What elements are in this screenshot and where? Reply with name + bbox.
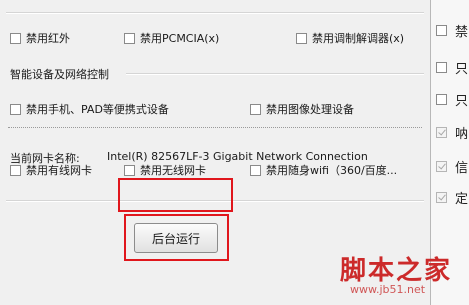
disable-wired-nic-label: 禁用有线网卡 (26, 164, 92, 177)
section-divider (126, 73, 424, 75)
disable-modem-checkbox[interactable] (296, 32, 307, 44)
smart-device-section-title: 智能设备及网络控制 (10, 68, 109, 81)
disable-portable-wifi-label: 禁用随身wifi（360/百度... (266, 164, 398, 177)
disable-modem-label: 禁用调制解调器(x) (312, 32, 405, 45)
right-checkbox-1[interactable] (436, 25, 447, 36)
disable-portable-wifi-checkbox[interactable] (250, 164, 261, 176)
right-label-1: 禁 (455, 25, 469, 40)
watermark-title: 脚本之家 (340, 256, 453, 286)
disable-pcmcia-option[interactable]: 禁用PCMCIA(x) (124, 30, 219, 46)
disable-imaging-devices-checkbox[interactable] (250, 103, 261, 115)
disable-infrared-label: 禁用红外 (26, 32, 70, 45)
disable-modem-option[interactable]: 禁用调制解调器(x) (296, 30, 404, 46)
right-checkbox-6[interactable] (436, 192, 447, 203)
right-label-4: 呐 (455, 127, 469, 142)
dotted-divider (8, 127, 422, 128)
disable-pcmcia-label: 禁用PCMCIA(x) (140, 32, 220, 45)
disable-wireless-nic-checkbox[interactable] (124, 164, 135, 176)
right-checkbox-3[interactable] (436, 94, 447, 105)
disable-infrared-option[interactable]: 禁用红外 (10, 30, 70, 46)
disable-imaging-devices-option[interactable]: 禁用图像处理设备 (250, 101, 354, 117)
disable-portable-devices-option[interactable]: 禁用手机、PAD等便携式设备 (10, 101, 169, 117)
disable-portable-devices-checkbox[interactable] (10, 103, 21, 115)
right-checkbox-2[interactable] (436, 62, 447, 73)
right-label-2: 只 (455, 62, 469, 77)
disable-portable-wifi-option[interactable]: 禁用随身wifi（360/百度... (250, 162, 397, 178)
disable-wired-nic-option[interactable]: 禁用有线网卡 (10, 162, 92, 178)
disable-wireless-nic-label: 禁用无线网卡 (140, 164, 206, 177)
disable-pcmcia-checkbox[interactable] (124, 32, 135, 44)
run-button-highlight (124, 214, 229, 261)
right-label-3: 只 (455, 94, 469, 109)
right-label-6: 定 (455, 192, 469, 207)
disable-infrared-checkbox[interactable] (10, 32, 21, 44)
disable-imaging-devices-label: 禁用图像处理设备 (266, 103, 354, 116)
disable-wired-nic-checkbox[interactable] (10, 164, 21, 176)
disable-wireless-nic-option[interactable]: 禁用无线网卡 (124, 162, 206, 178)
top-divider (6, 12, 424, 14)
right-checkbox-5[interactable] (436, 161, 447, 172)
site-watermark: 脚本之家 www.jb51.net (336, 250, 466, 302)
watermark-url: www.jb51.net (350, 283, 426, 296)
right-label-5: 信 (455, 161, 469, 176)
right-checkbox-4[interactable] (436, 127, 447, 138)
disable-portable-devices-label: 禁用手机、PAD等便携式设备 (26, 103, 169, 116)
wireless-nic-highlight (118, 178, 233, 212)
